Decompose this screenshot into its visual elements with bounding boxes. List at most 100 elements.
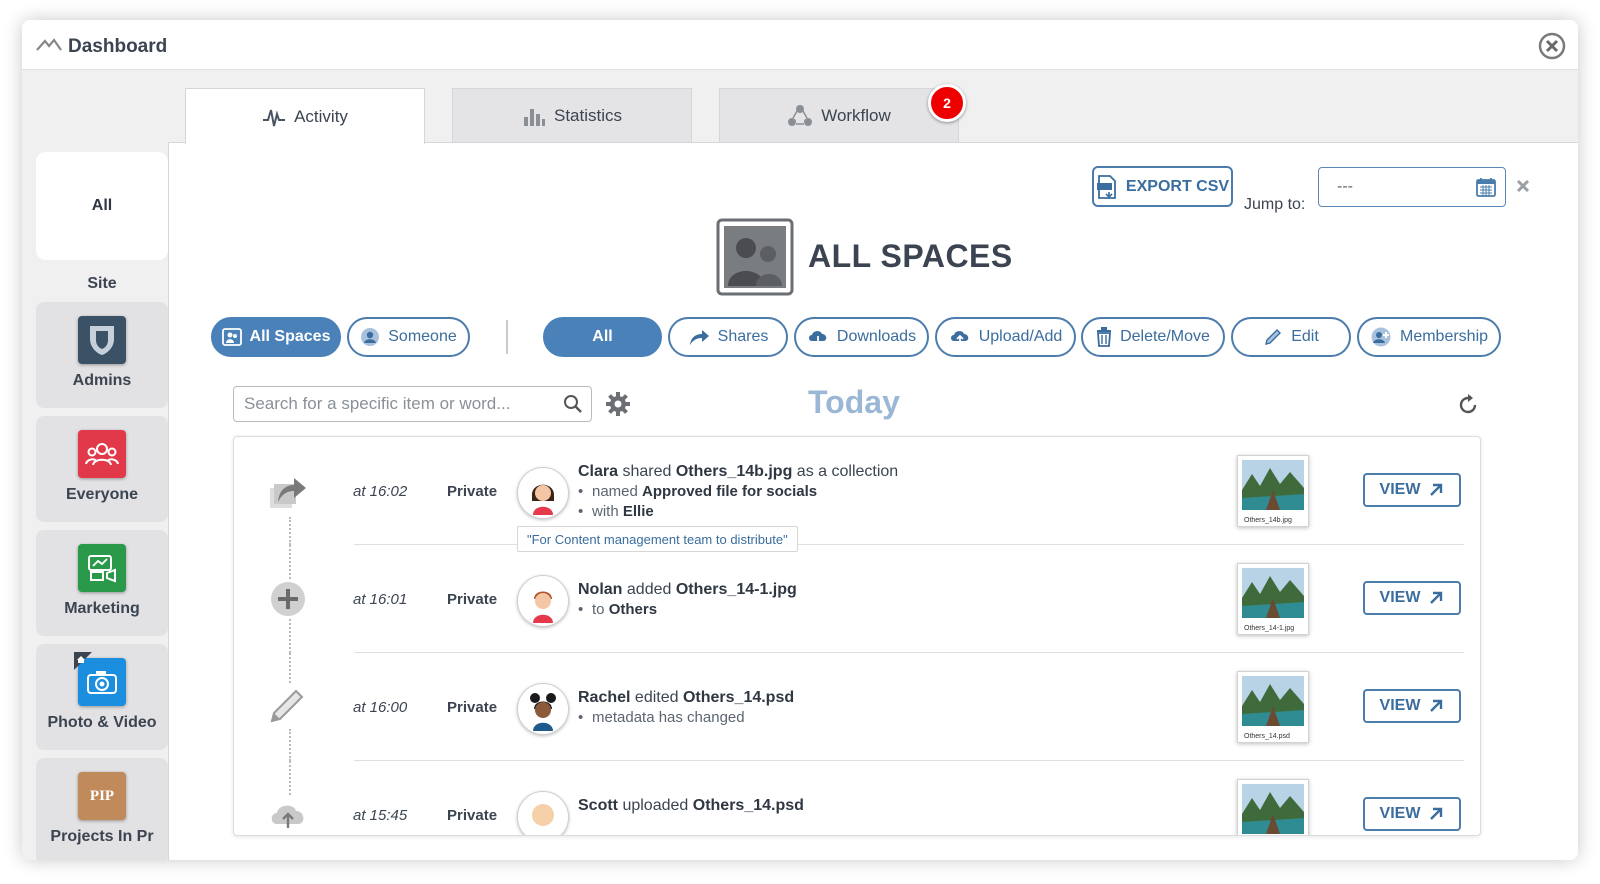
sidebar-item-all[interactable]: All [36,152,168,260]
sidebar-item-label: Marketing [64,600,140,617]
spaces-icon [221,328,242,346]
view-button[interactable]: VIEW [1363,581,1461,615]
sidebar-item-photo-video[interactable]: Photo & Video [36,644,168,750]
trash-icon [1097,327,1112,347]
avatar[interactable] [517,683,569,735]
all-spaces-icon [716,218,794,296]
sidebar-item-marketing[interactable]: Marketing [36,530,168,636]
view-label: VIEW [1379,697,1421,714]
timeline-connector [289,545,291,579]
file-thumbnail[interactable] [1237,779,1309,835]
activity-user[interactable]: Nolan [578,581,622,598]
clear-date-icon[interactable] [1516,179,1530,193]
file-thumbnail[interactable]: Others_14.psd [1237,671,1309,743]
filter-type-downloads[interactable]: Downloads [794,317,929,357]
activity-detail: with Ellie [578,502,898,522]
activity-row: at 16:02 Private Clara shared Others_14b… [234,437,1480,552]
activity-description: Nolan added Others_14-1.jpg to Others [578,579,797,620]
timeline-connector [289,517,291,545]
filter-label: Shares [717,328,769,345]
csv-file-icon [1096,174,1116,199]
sidebar-item-everyone[interactable]: Everyone [36,416,168,522]
filter-someone[interactable]: Someone [347,317,470,357]
dashboard-window: Dashboard Activity Statistics Workflow 2… [22,20,1578,860]
sidebar-item-projects[interactable]: PIP Projects In Pr [36,758,168,860]
activity-item[interactable]: Others_14.psd [683,689,794,706]
avatar[interactable] [517,467,569,519]
activity-user[interactable]: Scott [578,797,618,814]
pip-icon: PIP [78,772,126,820]
search-icon[interactable] [563,394,583,414]
tab-workflow[interactable]: Workflow [719,88,959,143]
filter-label: Downloads [836,328,917,345]
pencil-icon [1265,329,1282,345]
external-arrow-icon [1430,699,1443,712]
shield-icon [78,316,126,364]
bar-chart-icon [523,109,545,126]
activity-row: at 16:00 Private Rachel edited Others_14… [234,653,1480,761]
thumbnail-caption: Others_14.psd [1244,733,1290,740]
activity-visibility: Private [447,807,498,824]
sidebar-item-admins[interactable]: Admins [36,302,168,408]
calendar-icon[interactable] [1475,176,1497,198]
activity-time: at 16:01 [353,591,408,608]
date-group-heading: Today [808,384,900,420]
external-arrow-icon [1430,591,1443,604]
activity-verb: shared [622,463,672,480]
filter-type-edit[interactable]: Edit [1231,317,1351,357]
export-csv-label: EXPORT CSV [1125,177,1230,195]
jump-to-date-field[interactable]: --- [1318,167,1506,207]
sidebar-item-label: Admins [72,372,132,389]
avatar[interactable] [517,791,569,835]
close-icon[interactable] [1538,32,1566,60]
date-value: --- [1337,178,1353,195]
gear-icon[interactable] [605,391,631,417]
activity-item[interactable]: Others_14.psd [693,797,804,814]
logo-icon [36,38,62,51]
thumbnail-image [1242,460,1304,510]
activity-time: at 15:45 [353,807,408,824]
activity-description: Rachel edited Others_14.psd metadata has… [578,687,794,728]
pencil-icon [268,685,308,725]
tab-label: Workflow [821,106,891,125]
tab-activity[interactable]: Activity [185,88,425,144]
filter-type-shares[interactable]: Shares [668,317,788,357]
filter-type-all[interactable]: All [543,317,662,357]
avatar[interactable] [517,575,569,627]
sidebar-item-label: Photo & Video [47,714,157,731]
activity-time: at 16:00 [353,699,408,716]
file-thumbnail[interactable]: Others_14b.jpg [1237,455,1309,527]
view-button[interactable]: VIEW [1363,473,1461,507]
thumbnail-image [1242,676,1304,726]
share-note: "For Content management team to distribu… [517,526,798,552]
activity-user[interactable]: Clara [578,463,618,480]
activity-suffix: as a collection [796,463,899,480]
activity-detail: to Others [578,600,797,620]
marketing-icon [78,544,126,592]
activity-user[interactable]: Rachel [578,689,630,706]
filter-all-spaces[interactable]: All Spaces [211,317,341,357]
activity-item[interactable]: Others_14-1.jpg [676,581,797,598]
tab-statistics[interactable]: Statistics [452,88,692,143]
spaces-sidebar: All Site Admins Everyone Marketing Photo… [36,152,168,860]
refresh-icon[interactable] [1456,393,1480,417]
activity-item[interactable]: Others_14b.jpg [676,463,792,480]
export-csv-button[interactable]: EXPORT CSV [1092,166,1233,207]
view-button[interactable]: VIEW [1363,689,1461,723]
activity-verb: added [626,581,672,598]
page-title: ALL SPACES [808,238,1013,274]
filter-type-delete-move[interactable]: Delete/Move [1081,317,1225,357]
filter-label: Membership [1399,328,1489,345]
thumbnail-image [1242,568,1304,618]
filter-type-membership[interactable]: Membership [1357,317,1501,357]
filter-label: Upload/Add [978,328,1063,345]
view-button[interactable]: VIEW [1363,797,1461,831]
cloud-download-icon [808,331,827,346]
view-label: VIEW [1379,589,1421,606]
activity-pulse-icon [263,109,286,126]
add-icon [268,579,308,619]
file-thumbnail[interactable]: Others_14-1.jpg [1237,563,1309,635]
timeline-connector [289,653,291,683]
search-input[interactable]: Search for a specific item or word... [233,386,592,422]
filter-type-upload[interactable]: Upload/Add [935,317,1076,357]
